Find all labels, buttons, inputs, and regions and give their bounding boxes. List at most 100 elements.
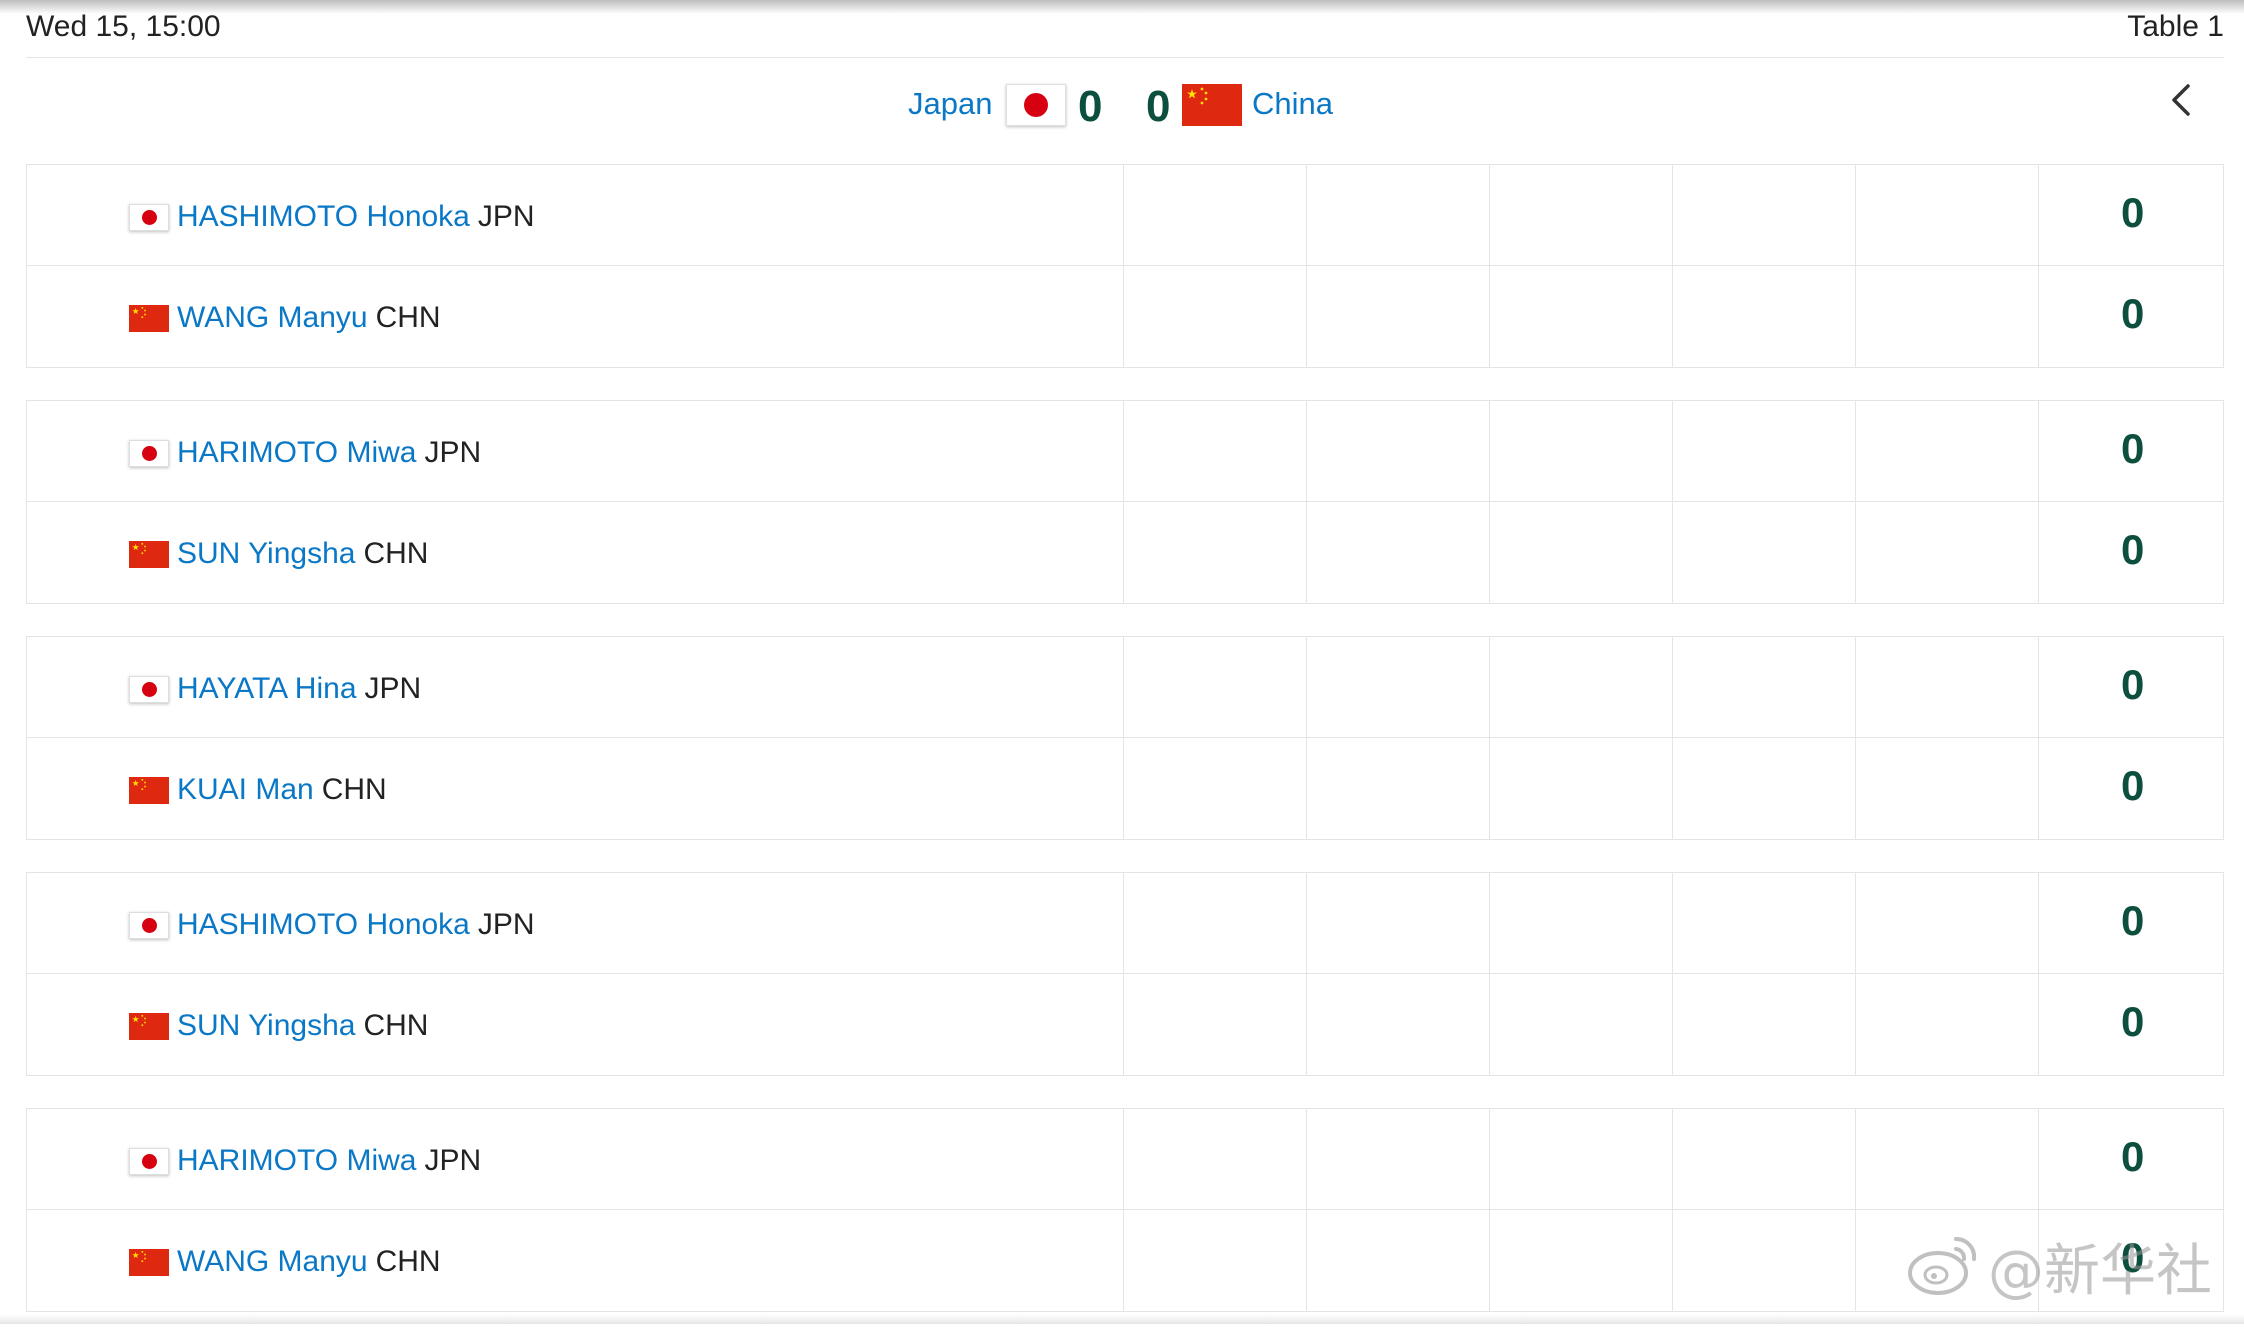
match-header: Japan 0 0 China: [26, 58, 2224, 164]
player-name-link[interactable]: KUAI Man: [177, 773, 314, 807]
set-column-divider: [1489, 1210, 1490, 1311]
set-column-divider: [1306, 502, 1307, 603]
set-column-divider: [1489, 266, 1490, 367]
country-code: CHN: [363, 1009, 429, 1042]
player-name-link[interactable]: HAYATA Hina: [177, 672, 357, 706]
set-column-divider: [1306, 873, 1307, 973]
bottom-shadow: [0, 1314, 2244, 1324]
watermark-text: @新华社: [1988, 1238, 2212, 1304]
team-b-link[interactable]: China: [1252, 86, 1333, 122]
set-column-divider: [1123, 165, 1124, 265]
set-column-divider: [1855, 266, 1856, 367]
china-flag-icon: [129, 1248, 169, 1276]
set-column-divider: [1306, 266, 1307, 367]
player-total-score: 0: [2121, 526, 2145, 573]
set-column-divider: [1855, 637, 1856, 737]
china-flag-icon: [1182, 84, 1242, 126]
japan-flag-icon: [129, 675, 169, 703]
team-a-score: 0: [1078, 82, 1103, 131]
player-cell: HASHIMOTO Honoka JPN: [129, 197, 535, 237]
player-total-score: 0: [2121, 189, 2145, 236]
player-name-link[interactable]: WANG Manyu: [177, 301, 368, 335]
player-row: WANG Manyu CHN 0: [27, 266, 2223, 367]
player-total-score: 0: [2121, 425, 2145, 472]
game-block: HARIMOTO Miwa JPN 0 SUN Yingsha CHN 0: [26, 400, 2224, 604]
set-column-divider: [1855, 502, 1856, 603]
team-b-score: 0: [1146, 82, 1171, 131]
country-code: JPN: [477, 908, 535, 941]
set-column-divider: [1123, 502, 1124, 603]
game-block: HARIMOTO Miwa JPN 0 WANG Manyu CHN 0: [26, 1108, 2224, 1312]
set-column-divider: [1306, 637, 1307, 737]
player-name-link[interactable]: SUN Yingsha: [177, 1009, 355, 1043]
set-column-divider: [1672, 165, 1673, 265]
japan-flag-icon: [129, 911, 169, 939]
player-row: WANG Manyu CHN 0: [27, 1210, 2223, 1311]
player-cell: KUAI Man CHN: [129, 770, 387, 810]
player-name-link[interactable]: WANG Manyu: [177, 1245, 368, 1279]
set-column-divider: [2038, 502, 2039, 603]
set-column-divider: [1672, 873, 1673, 973]
player-total-score: 0: [2121, 762, 2145, 809]
country-code: CHN: [375, 301, 441, 334]
set-column-divider: [1123, 266, 1124, 367]
set-column-divider: [2038, 401, 2039, 501]
player-name-link[interactable]: HARIMOTO Miwa: [177, 436, 416, 470]
set-column-divider: [1855, 1109, 1856, 1209]
player-row: HARIMOTO Miwa JPN 0: [27, 1109, 2223, 1210]
watermark: @新华社: [1906, 1224, 2212, 1308]
set-column-divider: [1123, 738, 1124, 839]
country-code: JPN: [364, 672, 422, 705]
set-column-divider: [1306, 738, 1307, 839]
set-column-divider: [1489, 873, 1490, 973]
set-column-divider: [1123, 1109, 1124, 1209]
japan-flag-icon: [129, 1147, 169, 1175]
set-column-divider: [1306, 1109, 1307, 1209]
set-column-divider: [1123, 1210, 1124, 1311]
china-flag-icon: [129, 1012, 169, 1040]
player-row: HASHIMOTO Honoka JPN 0: [27, 873, 2223, 974]
set-column-divider: [2038, 637, 2039, 737]
player-name-link[interactable]: HASHIMOTO Honoka: [177, 200, 470, 234]
player-cell: SUN Yingsha CHN: [129, 1006, 428, 1046]
player-row: SUN Yingsha CHN 0: [27, 502, 2223, 603]
player-cell: HASHIMOTO Honoka JPN: [129, 905, 535, 945]
match-info-bar: Wed 15, 15:00 Table 1: [26, 0, 2224, 58]
player-row: HAYATA Hina JPN 0: [27, 637, 2223, 738]
player-name-link[interactable]: HARIMOTO Miwa: [177, 1144, 416, 1178]
set-column-divider: [1306, 974, 1307, 1075]
set-column-divider: [2038, 165, 2039, 265]
china-flag-icon: [129, 540, 169, 568]
player-cell: HARIMOTO Miwa JPN: [129, 1141, 481, 1181]
player-cell: WANG Manyu CHN: [129, 1242, 441, 1282]
player-total-score: 0: [2121, 1133, 2145, 1180]
set-column-divider: [1489, 502, 1490, 603]
set-column-divider: [1672, 401, 1673, 501]
set-column-divider: [1672, 502, 1673, 603]
player-row: SUN Yingsha CHN 0: [27, 974, 2223, 1075]
back-button[interactable]: [2162, 80, 2202, 120]
player-total-score: 0: [2121, 897, 2145, 944]
game-block: HASHIMOTO Honoka JPN 0 SUN Yingsha CHN 0: [26, 872, 2224, 1076]
set-column-divider: [1123, 401, 1124, 501]
set-column-divider: [1489, 1109, 1490, 1209]
set-column-divider: [1489, 401, 1490, 501]
japan-flag-icon: [129, 203, 169, 231]
player-name-link[interactable]: HASHIMOTO Honoka: [177, 908, 470, 942]
set-column-divider: [1672, 266, 1673, 367]
player-total-score: 0: [2121, 290, 2145, 337]
set-column-divider: [1855, 401, 1856, 501]
country-code: CHN: [363, 537, 429, 570]
team-a-link[interactable]: Japan: [908, 86, 992, 122]
games-list: HASHIMOTO Honoka JPN 0 WANG Manyu CHN 0 HARIMO…: [26, 164, 2224, 1344]
set-column-divider: [2038, 873, 2039, 973]
player-cell: HAYATA Hina JPN: [129, 669, 421, 709]
weibo-icon: [1908, 1236, 1977, 1295]
china-flag-icon: [129, 304, 169, 332]
set-column-divider: [2038, 266, 2039, 367]
set-column-divider: [1855, 974, 1856, 1075]
chevron-left-icon: [2172, 84, 2190, 116]
set-column-divider: [1855, 165, 1856, 265]
game-block: HAYATA Hina JPN 0 KUAI Man CHN 0: [26, 636, 2224, 840]
player-name-link[interactable]: SUN Yingsha: [177, 537, 355, 571]
